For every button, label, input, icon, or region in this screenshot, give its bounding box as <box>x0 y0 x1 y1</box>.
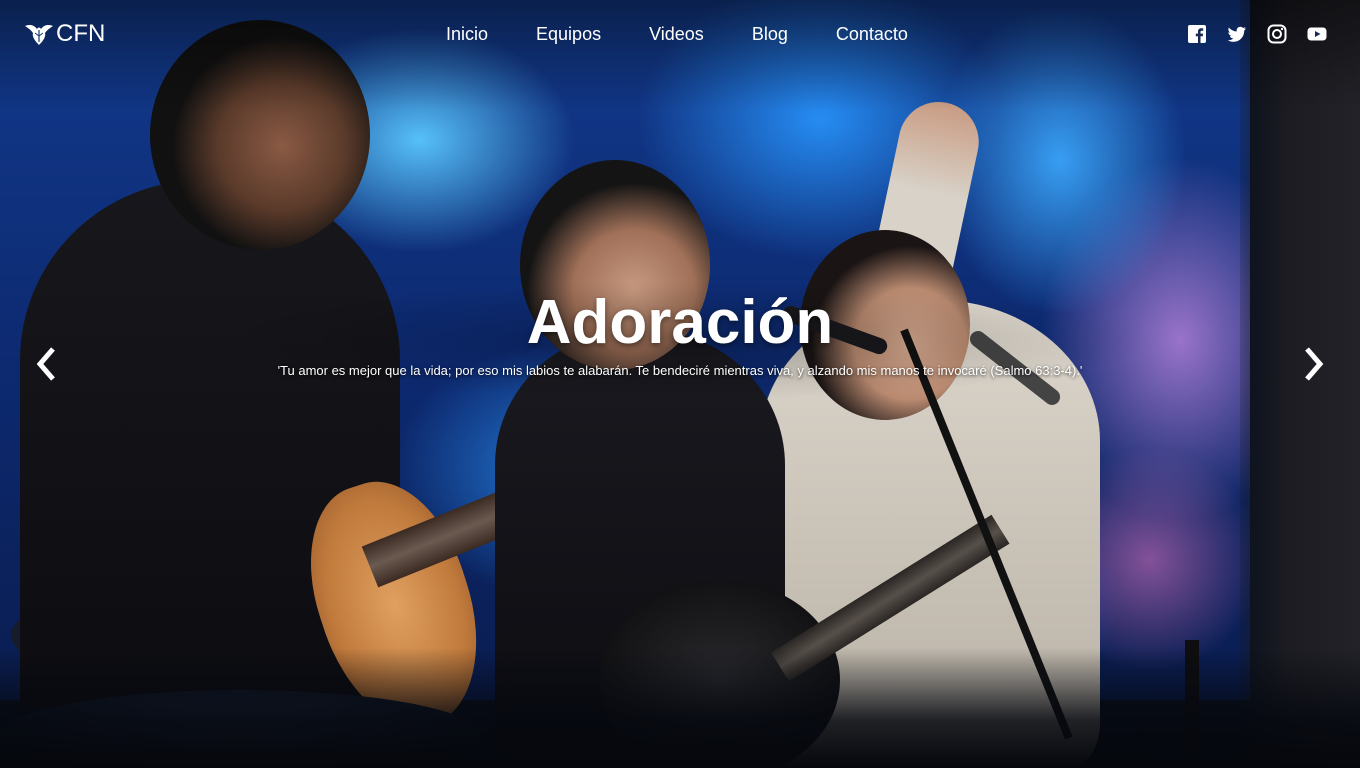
nav-item-inicio[interactable]: Inicio <box>446 22 488 46</box>
nav-item-blog[interactable]: Blog <box>752 22 788 46</box>
nav-item-contacto[interactable]: Contacto <box>836 22 908 46</box>
chevron-right-icon <box>1305 347 1324 381</box>
logo-text: CFN <box>56 20 106 47</box>
site-logo[interactable]: CFN <box>24 20 105 48</box>
social-links <box>1187 24 1327 44</box>
slide-title: Adoración <box>526 288 834 357</box>
main-nav: Inicio Equipos Videos Blog Contacto <box>446 22 908 46</box>
eagle-icon <box>25 25 53 45</box>
youtube-icon[interactable] <box>1307 24 1327 44</box>
nav-item-equipos[interactable]: Equipos <box>536 22 601 46</box>
twitter-icon[interactable] <box>1227 24 1247 44</box>
carousel-next-button[interactable] <box>1294 344 1334 384</box>
slide-verse-text: 'Tu amor es mejor que la vida; por eso m… <box>277 363 1083 378</box>
hero-slide-image <box>0 0 1360 768</box>
facebook-icon[interactable] <box>1187 24 1207 44</box>
nav-item-videos[interactable]: Videos <box>649 22 704 46</box>
site-header: CFN Inicio Equipos Videos Blog Contacto <box>0 0 1360 70</box>
instagram-icon[interactable] <box>1267 24 1287 44</box>
